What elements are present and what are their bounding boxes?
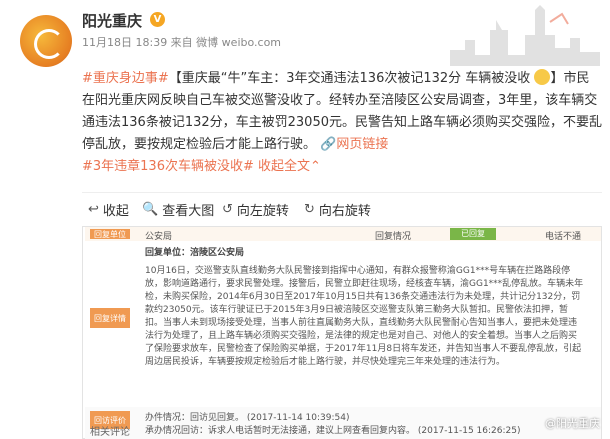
topic-tag-2[interactable]: #3年违章136次车辆被没收#	[82, 159, 254, 174]
image-status-label: 回复情况	[375, 232, 412, 242]
topic-tag[interactable]: #重庆身边事#	[82, 71, 169, 86]
image-row-reply: 回复详情 回复单位：涪陵区公安局 10月16日，交巡警支队直线勤务大队民警接到指…	[85, 243, 601, 405]
image-label-unit: 回复单位	[90, 229, 130, 239]
comments-heading: 相关评论	[90, 427, 130, 438]
image-row-eval: 回访评价 办件情况：回访见回复。 (2017-11-14 10:39:54) 承…	[85, 407, 601, 439]
rotate-left-icon: ↺	[222, 202, 233, 217]
post-image[interactable]: 回复单位 公安局 回复情况 已回复 电话不通 回复详情 回复单位：涪陵区公安局 …	[82, 226, 602, 439]
post-meta: 11月18日 18:39 来自 微博 weibo.com	[82, 36, 282, 49]
image-reply-unit: 回复单位：涪陵区公安局	[145, 248, 245, 258]
view-large-button[interactable]: 🔍 查看大图	[142, 200, 214, 219]
image-status-badge: 已回复	[450, 228, 496, 240]
skyline-icon	[450, 5, 600, 66]
post-headline: 【重庆最“牛”车主：3年交通违法136次被记132分 车辆被没收	[168, 71, 531, 86]
image-phone-status: 电话不通	[545, 232, 582, 242]
image-toolbar: ↩ 收起 🔍 查看大图 ↺ 向左旋转 ↻ 向右旋转	[82, 196, 382, 220]
image-eval-line-1: 办件情况：回访见回复。 (2017-11-14 10:39:54)	[145, 413, 350, 423]
collapse-button[interactable]: ↩ 收起	[88, 200, 129, 219]
verified-icon: V	[150, 12, 165, 27]
avatar[interactable]	[20, 15, 72, 67]
divider	[82, 192, 602, 193]
account-name[interactable]: 阳光重庆	[82, 10, 142, 31]
image-eval-line-2: 承办情况回访：诉求人电话暂时无法接通，建议上网查看回复内容。 (2017-11-…	[145, 426, 521, 436]
rotate-right-button[interactable]: ↻ 向右旋转	[304, 200, 371, 219]
rotate-left-button[interactable]: ↺ 向左旋转	[222, 200, 289, 219]
watermark: @阳光重庆	[545, 417, 600, 430]
image-unit-text: 公安局	[145, 232, 173, 242]
zoom-icon: 🔍	[142, 202, 159, 217]
collapse-icon: ↩	[88, 202, 99, 217]
collapse-text-link[interactable]: 收起全文	[258, 159, 310, 174]
image-reply-text: 10月16日，交巡警支队直线勤务大队民警接到指挥中心通知，有群众报警称渝GG1*…	[145, 266, 584, 367]
rotate-right-icon: ↻	[304, 202, 315, 217]
post-body: #重庆身边事#【重庆最“牛”车主：3年交通违法136次被记132分 车辆被没收 …	[82, 69, 602, 174]
post-header: 阳光重庆 V 11月18日 18:39 来自 微博 weibo.com	[0, 0, 610, 70]
image-label-reply: 回复详情	[90, 308, 130, 328]
web-link[interactable]: 🔗网页链接	[320, 137, 388, 152]
image-row-unit: 回复单位 公安局 回复情况 已回复 电话不通	[85, 227, 601, 242]
emoji-icon	[534, 69, 551, 85]
